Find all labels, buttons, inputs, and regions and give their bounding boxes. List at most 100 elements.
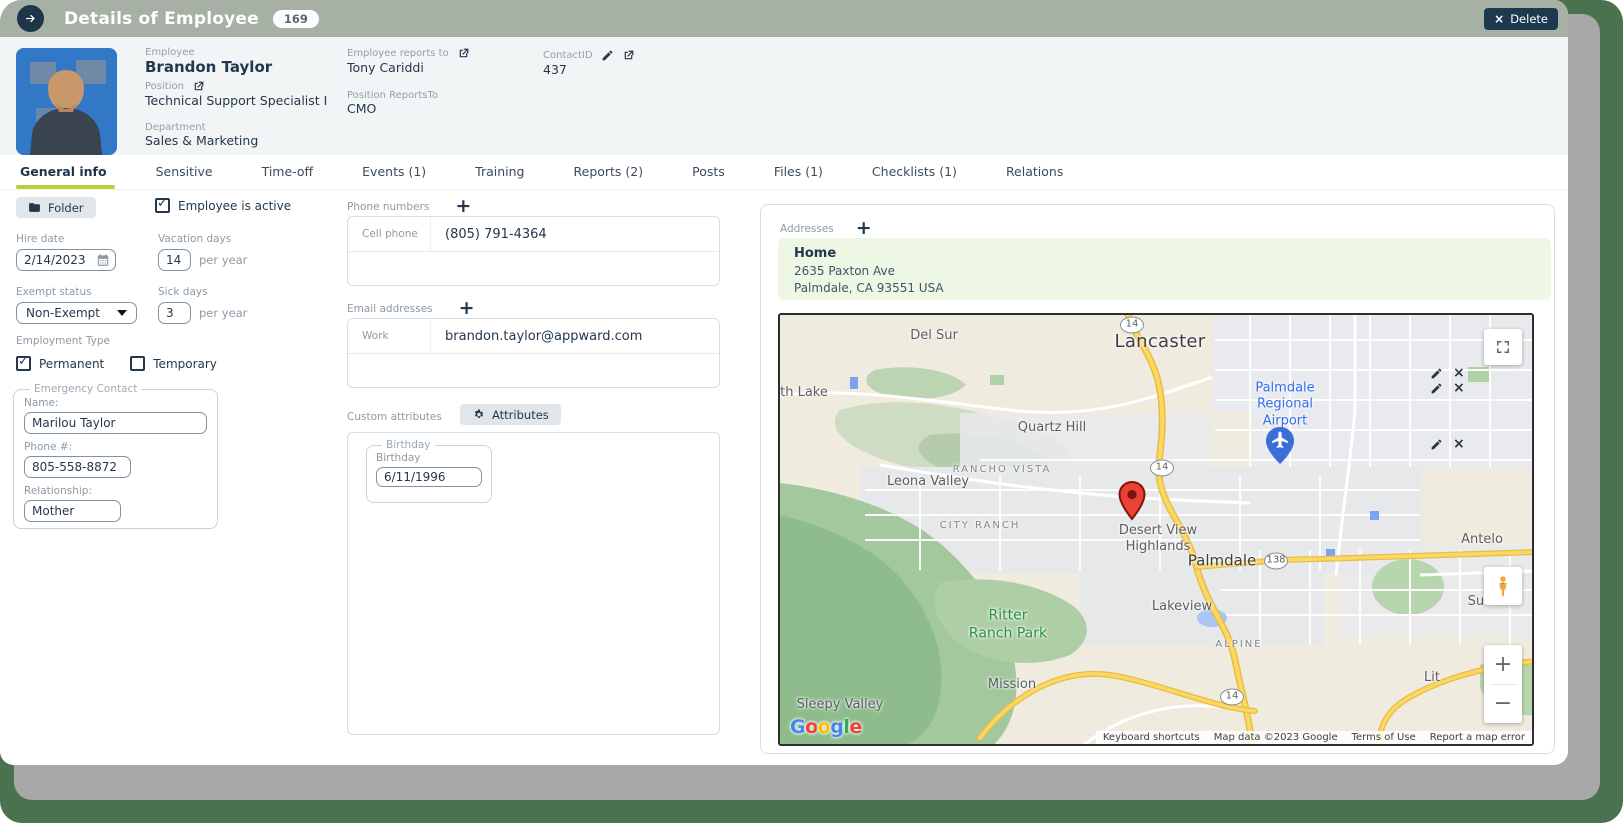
employee-active-checkbox[interactable]: ✓	[155, 197, 170, 213]
position-group: Position Technical Support Specialist I	[145, 80, 327, 108]
forward-arrow-button[interactable]	[17, 5, 44, 32]
vacation-days-group: Vacation days per year	[158, 233, 247, 271]
location-pin-icon	[1118, 480, 1146, 525]
custom-attributes-card: Birthday Birthday	[347, 432, 720, 735]
delete-x-icon[interactable]: ×	[1453, 381, 1465, 395]
map-place-label: Mission	[987, 676, 1037, 692]
birthday-input[interactable]	[376, 467, 482, 487]
email-row[interactable]: Work brandon.taylor@appward.com	[348, 319, 719, 353]
address-name: Home	[794, 246, 837, 261]
pegman-icon	[1499, 576, 1507, 597]
address-item-home[interactable]: Home 2635 Paxton Ave Palmdale, CA 93551 …	[778, 238, 1551, 300]
ec-name-label: Name:	[24, 397, 59, 409]
ec-phone-label: Phone #:	[24, 441, 73, 453]
zoom-out-button[interactable]: −	[1484, 685, 1522, 724]
contact-open-icon[interactable]	[622, 49, 635, 62]
ec-name-input[interactable]	[24, 412, 207, 434]
temporary-label: Temporary	[153, 356, 217, 371]
tab-training[interactable]: Training	[475, 155, 524, 189]
avatar	[16, 48, 117, 155]
edit-pencil-icon[interactable]	[1430, 367, 1443, 380]
permanent-checkbox[interactable]: ✓	[16, 355, 31, 371]
employee-active-row: ✓ Employee is active	[155, 197, 291, 213]
delete-button[interactable]: × Delete	[1484, 8, 1558, 30]
emergency-contact-fieldset: Emergency Contact Name: Phone #: Relatio…	[13, 383, 218, 529]
map-place-label: RANCHO VISTA	[952, 463, 1052, 475]
tab-reports-2[interactable]: Reports (2)	[574, 155, 644, 189]
add-email-button[interactable]: +	[459, 299, 475, 318]
position-label: Position	[145, 81, 184, 92]
address-line2: Palmdale, CA 93551 USA	[794, 281, 944, 295]
employee-name-group: Employee Brandon Taylor	[145, 47, 272, 76]
map-attribution-link[interactable]: Report a map error	[1422, 731, 1532, 744]
employment-type-label: Employment Type	[16, 335, 110, 347]
department-label: Department	[145, 122, 206, 133]
calendar-icon[interactable]	[96, 253, 110, 267]
sick-days-group: Sick days per year	[158, 286, 247, 324]
tab-time-off[interactable]: Time-off	[262, 155, 314, 189]
ec-relationship-input[interactable]	[24, 500, 121, 522]
contact-id-label: ContactID	[543, 50, 593, 61]
map[interactable]: Del Sur Lancaster th Lake Quartz Hill RANCHO…	[778, 313, 1534, 746]
phone-row-empty[interactable]	[348, 251, 719, 285]
phone-type: Cell phone	[348, 217, 431, 251]
tab-files-1[interactable]: Files (1)	[774, 155, 823, 189]
phone-numbers-table: Cell phone (805) 791-4364	[347, 216, 720, 286]
phone-row[interactable]: Cell phone (805) 791-4364	[348, 217, 719, 251]
emergency-contact-legend: Emergency Contact	[34, 383, 138, 395]
map-labels: Del Sur Lancaster th Lake Quartz Hill RANCHO…	[780, 315, 1532, 744]
permanent-row: ✓ Permanent	[16, 355, 105, 371]
map-place-label: Quartz Hill	[1017, 419, 1087, 435]
tab-relations[interactable]: Relations	[1006, 155, 1063, 189]
map-attribution-link[interactable]: Terms of Use	[1344, 731, 1423, 744]
add-phone-button[interactable]: +	[455, 197, 471, 216]
fullscreen-button[interactable]	[1484, 329, 1522, 365]
position-open-icon[interactable]	[192, 80, 205, 93]
map-place-label: Ritter Ranch Park	[968, 607, 1048, 642]
phone-value: (805) 791-4364	[445, 226, 547, 242]
email-row-empty[interactable]	[348, 353, 719, 387]
email-type: Work	[348, 319, 431, 353]
tab-events-1[interactable]: Events (1)	[362, 155, 426, 189]
tab-checklists-1[interactable]: Checklists (1)	[872, 155, 957, 189]
temporary-row: Temporary	[130, 356, 217, 371]
zoom-in-button[interactable]: +	[1484, 645, 1522, 684]
add-address-button[interactable]: +	[856, 219, 872, 238]
delete-x-icon[interactable]: ×	[1453, 437, 1465, 451]
close-icon: ×	[1494, 12, 1505, 26]
tab-sensitive[interactable]: Sensitive	[156, 155, 213, 189]
ec-phone-input[interactable]	[24, 456, 131, 478]
delete-x-icon[interactable]: ×	[1453, 366, 1465, 380]
sick-days-label: Sick days	[158, 286, 208, 298]
reports-to-open-icon[interactable]	[457, 47, 470, 60]
folder-button[interactable]: Folder	[16, 197, 96, 218]
tab-general-info[interactable]: General info	[16, 155, 115, 189]
attributes-button[interactable]: Attributes	[460, 404, 561, 425]
temporary-checkbox[interactable]	[130, 356, 146, 371]
titlebar: Details of Employee 169 × Delete	[0, 0, 1568, 37]
vacation-days-label: Vacation days	[158, 233, 232, 245]
tab-posts[interactable]: Posts	[692, 155, 725, 189]
address-line1: 2635 Paxton Ave	[794, 264, 895, 278]
app-window: Details of Employee 169 × Delete Employe…	[0, 0, 1568, 765]
map-place-label: th Lake	[780, 384, 828, 400]
position-reports-to-label: Position ReportsTo	[347, 90, 439, 101]
position-reports-to-group: Position ReportsTo CMO	[347, 90, 438, 116]
birthday-label: Birthday	[376, 452, 421, 464]
sick-days-input[interactable]	[158, 302, 191, 324]
permanent-label: Permanent	[39, 356, 105, 371]
edit-pencil-icon[interactable]	[601, 49, 614, 62]
edit-pencil-icon[interactable]	[1430, 438, 1443, 451]
map-attribution-link[interactable]: Keyboard shortcuts	[1095, 731, 1207, 744]
edit-pencil-icon[interactable]	[1430, 382, 1443, 395]
vacation-days-input[interactable]	[158, 249, 191, 271]
email-addresses-header: Email addresses +	[347, 299, 475, 318]
exempt-status-select[interactable]: Non-Exempt	[16, 302, 137, 324]
pegman-control[interactable]	[1484, 567, 1522, 605]
address-edit-controls: ×	[1430, 437, 1465, 451]
map-place-label: ALPINE	[1215, 638, 1263, 650]
fullscreen-icon	[1497, 341, 1509, 353]
vacation-per-year: per year	[199, 253, 248, 267]
email-addresses-label: Email addresses	[347, 302, 433, 315]
google-logo[interactable]: Google	[790, 716, 862, 738]
